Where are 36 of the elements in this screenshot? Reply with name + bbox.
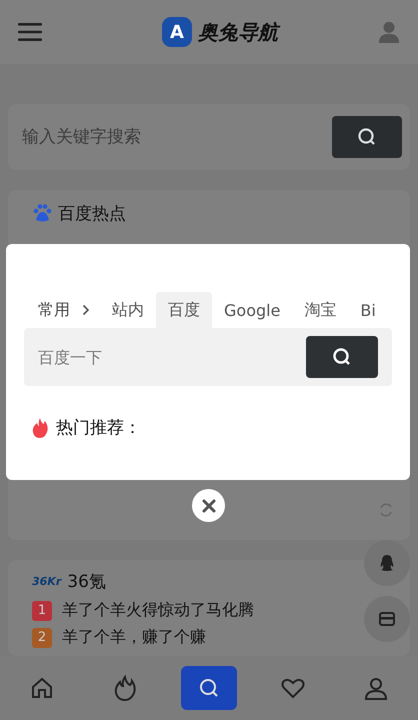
search-icon xyxy=(198,677,220,699)
search-tab[interactable] xyxy=(180,666,237,710)
rank-badge: 1 xyxy=(32,600,52,620)
search-bar[interactable]: 输入关键字搜索 xyxy=(8,104,410,170)
search-button[interactable] xyxy=(332,116,402,158)
card-title: 百度热点 xyxy=(58,202,126,224)
engine-tab[interactable]: Google xyxy=(212,292,292,328)
search-icon xyxy=(332,347,352,367)
rank-badge: 2 xyxy=(32,628,52,648)
flame-icon xyxy=(112,675,137,701)
search-icon xyxy=(357,127,377,147)
engine-tab[interactable]: 淘宝 xyxy=(292,292,348,328)
menu-icon[interactable] xyxy=(18,22,42,42)
penguin-button[interactable] xyxy=(364,540,410,586)
home-icon xyxy=(30,676,54,700)
flame-icon xyxy=(32,418,48,438)
kr-logo: 36Kr xyxy=(32,574,62,588)
paw-icon xyxy=(32,203,52,223)
engine-tab[interactable]: Bi xyxy=(348,292,388,328)
user-icon xyxy=(364,676,388,700)
search-bar[interactable]: 百度一下 xyxy=(24,328,392,386)
engine-tab[interactable]: 百度 xyxy=(156,292,212,328)
card-icon xyxy=(379,612,395,626)
chevron-icon xyxy=(82,304,90,316)
close-icon xyxy=(200,498,216,514)
logo-mark: A xyxy=(162,17,192,47)
heart-icon xyxy=(281,677,306,699)
news-headline[interactable]: 羊了个羊火得惊动了马化腾 xyxy=(62,600,254,621)
hot-label: 热门推荐： xyxy=(56,417,141,439)
news-headline[interactable]: 羊了个羊，赚了个赚 xyxy=(62,627,206,648)
category-label[interactable]: 常用 xyxy=(38,300,70,320)
site-title: 奥兔导航 xyxy=(198,18,278,46)
card-title: 36氪 xyxy=(67,570,106,592)
engine-tab[interactable]: 站内 xyxy=(100,292,156,328)
search-button[interactable] xyxy=(306,336,378,378)
penguin-icon xyxy=(379,554,395,572)
